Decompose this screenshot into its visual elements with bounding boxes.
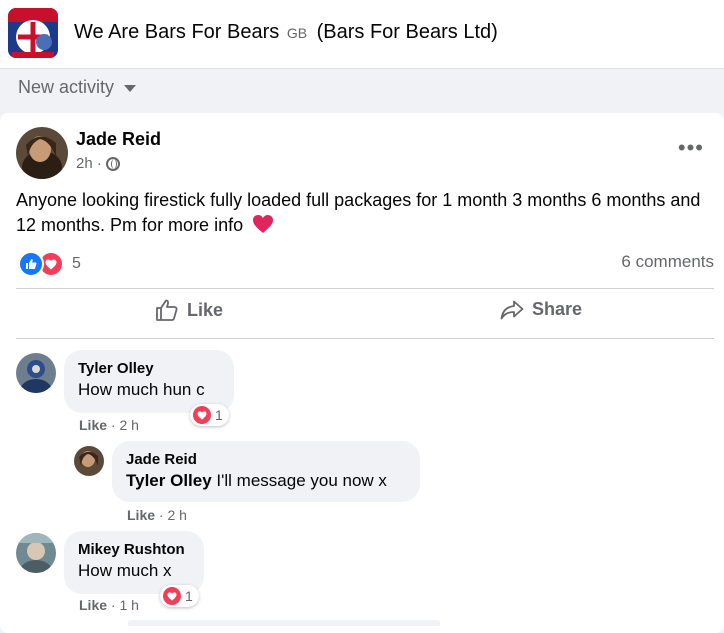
mention-link[interactable]: Tyler Olley — [126, 471, 212, 490]
group-title[interactable]: We Are Bars For Bears GB (Bars For Bears… — [74, 19, 498, 46]
comment-like-button[interactable]: Like — [79, 417, 107, 433]
comment-reaction-count: 1 — [215, 407, 223, 423]
comment-footer: Like · 1 h — [79, 597, 139, 613]
love-reaction-icon — [193, 406, 211, 424]
comment-reaction-count: 1 — [185, 588, 193, 604]
post-card: Jade Reid 2h · ••• Anyone looking firest… — [0, 113, 724, 633]
comment-reaction-badge[interactable]: 1 — [190, 404, 229, 426]
comment-text: How much x — [78, 561, 172, 580]
like-reaction-icon — [18, 251, 44, 277]
sort-dropdown[interactable]: New activity — [18, 76, 137, 98]
like-button[interactable]: Like — [155, 299, 223, 321]
comment-footer: Like · 2 h — [79, 417, 139, 433]
post-time[interactable]: 2h · — [76, 155, 102, 172]
thumbs-up-icon — [156, 299, 178, 321]
post-meta: 2h · — [76, 155, 120, 172]
divider — [16, 288, 714, 289]
like-label: Like — [187, 299, 224, 320]
post-text: Anyone looking firestick fully loaded fu… — [16, 188, 716, 241]
commenter-name[interactable]: Tyler Olley — [78, 359, 220, 379]
love-reaction-icon — [163, 587, 181, 605]
commenter-name[interactable]: Mikey Rushton — [78, 540, 190, 560]
caret-down-icon — [124, 84, 137, 92]
group-name: We Are Bars For Bears — [74, 21, 280, 43]
reply-text: Tyler Olley I'll message you now x — [126, 470, 406, 492]
comments-count[interactable]: 6 comments — [621, 252, 714, 272]
comment-reaction-badge[interactable]: 1 — [160, 585, 199, 607]
group-header: We Are Bars For Bears GB (Bars For Bears… — [0, 0, 724, 69]
author-avatar[interactable] — [16, 127, 68, 179]
divider — [16, 338, 714, 339]
sort-label: New activity — [18, 76, 115, 97]
share-arrow-icon — [500, 300, 524, 319]
reply-footer: Like · 2 h — [127, 507, 187, 523]
reply-bubble: Jade Reid Tyler Olley I'll message you n… — [112, 441, 420, 502]
more-options-icon[interactable]: ••• — [678, 137, 704, 159]
comment-time[interactable]: · 1 h — [111, 597, 139, 613]
share-button[interactable]: Share — [500, 299, 582, 320]
comment-like-button[interactable]: Like — [79, 597, 107, 613]
reply-avatar[interactable] — [74, 446, 104, 476]
commenter-avatar[interactable] — [16, 353, 56, 393]
commenter-avatar[interactable] — [16, 533, 56, 573]
group-country: GB — [286, 25, 308, 41]
reply-message: I'll message you now x — [216, 471, 387, 490]
post-body: Anyone looking firestick fully loaded fu… — [16, 190, 701, 235]
comment-text: How much hun c — [78, 380, 205, 399]
author-name[interactable]: Jade Reid — [76, 129, 161, 150]
share-label: Share — [532, 299, 583, 319]
reaction-summary[interactable]: 5 — [18, 251, 81, 277]
group-logo[interactable] — [8, 8, 58, 58]
replier-name[interactable]: Jade Reid — [126, 450, 406, 470]
group-org: (Bars For Bears Ltd) — [316, 21, 498, 43]
reply-bubble-partial — [128, 620, 440, 626]
reaction-count: 5 — [72, 255, 81, 272]
globe-icon — [105, 156, 120, 171]
reply-time[interactable]: · 2 h — [159, 507, 187, 523]
reply-like-button[interactable]: Like — [127, 507, 155, 523]
red-heart-icon — [252, 214, 274, 241]
comment-time[interactable]: · 2 h — [111, 417, 139, 433]
